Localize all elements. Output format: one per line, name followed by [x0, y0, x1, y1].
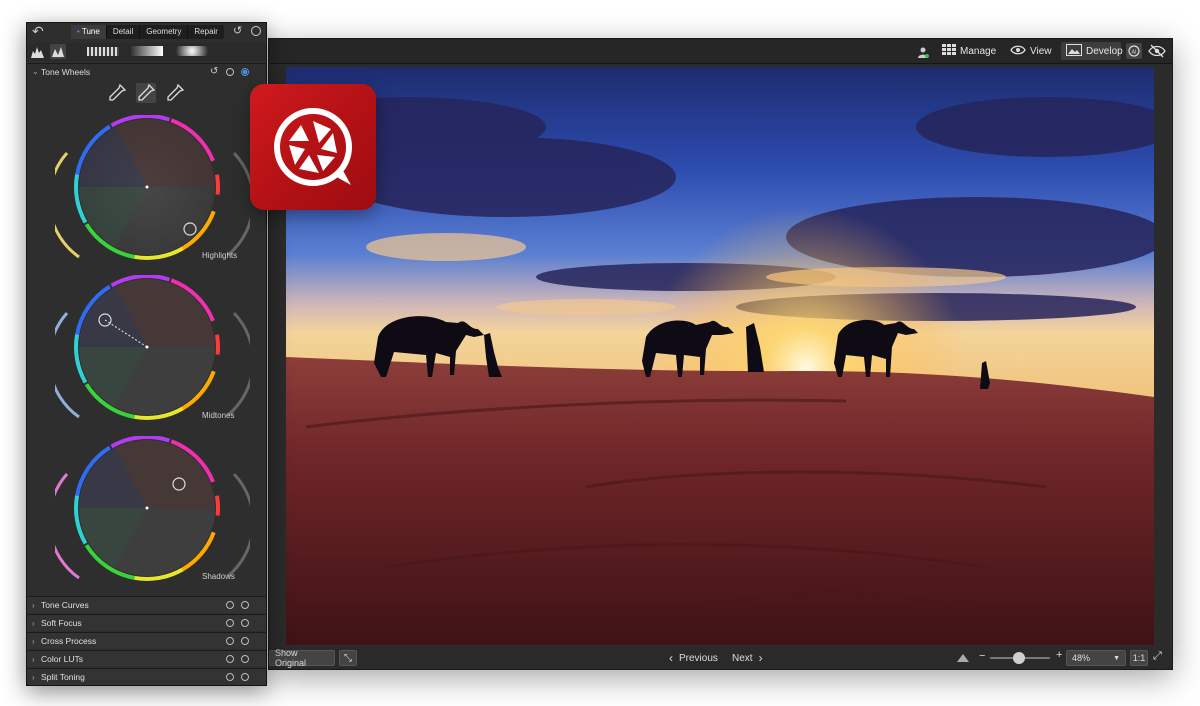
section-cross-process[interactable]: › Cross Process: [27, 632, 266, 649]
section-label: Soft Focus: [41, 618, 82, 628]
tab-geometry[interactable]: Geometry: [140, 25, 189, 39]
enable-toggle-icon[interactable]: [241, 637, 249, 645]
undo-arrow-icon[interactable]: ↶: [32, 23, 44, 40]
chevron-right-icon: ›: [32, 636, 35, 646]
histogram-icon[interactable]: [31, 45, 44, 58]
eye-icon: [1010, 45, 1026, 58]
enable-toggle-icon[interactable]: [241, 655, 249, 663]
options-icon[interactable]: [226, 637, 234, 645]
tone-wheels-header[interactable]: ⌄ Tone Wheels ↺: [27, 63, 266, 79]
eyedropper-gray-icon[interactable]: [136, 83, 156, 103]
chevron-right-icon: ›: [32, 600, 35, 610]
section-color-luts[interactable]: › Color LUTs: [27, 650, 266, 667]
options-icon[interactable]: [226, 619, 234, 627]
tune-panel: ↶ • Tune Detail Geometry Repair ↺ ⌄ Tone…: [26, 22, 267, 686]
zoom-slider[interactable]: [990, 652, 1050, 664]
app-logo: [250, 84, 376, 210]
enable-toggle-icon[interactable]: [241, 601, 249, 609]
fit-toggle-button[interactable]: ⤡: [339, 650, 357, 666]
mountain-icon: [957, 654, 969, 662]
tab-repair[interactable]: Repair: [188, 25, 224, 39]
more-options-icon[interactable]: [251, 26, 261, 36]
tab-detail[interactable]: Detail: [107, 25, 141, 39]
compare-icon[interactable]: AI: [1126, 43, 1142, 59]
develop-button[interactable]: Develop: [1061, 42, 1123, 60]
manage-label: Manage: [960, 45, 997, 57]
section-label: Tone Curves: [41, 600, 89, 610]
zoom-select[interactable]: 48% ▼: [1066, 650, 1126, 666]
develop-icon: [1066, 43, 1082, 59]
next-button[interactable]: Next ›: [732, 650, 763, 666]
options-icon[interactable]: [226, 655, 234, 663]
chevron-right-icon: ›: [758, 651, 763, 665]
tab-tune[interactable]: • Tune: [71, 25, 107, 39]
zoom-value: 48%: [1072, 653, 1091, 663]
filmstrip-icon[interactable]: [87, 47, 119, 56]
svg-text:AI: AI: [1132, 50, 1137, 56]
histogram-toolbar: [27, 43, 266, 61]
one-to-one-button[interactable]: 1:1: [1130, 650, 1148, 666]
midtones-wheel[interactable]: [55, 275, 250, 425]
section-soft-focus[interactable]: › Soft Focus: [27, 614, 266, 631]
top-toolbar: Manage View Develop AI: [269, 39, 1172, 64]
chevron-right-icon: ›: [32, 618, 35, 628]
section-enabled-icon[interactable]: [241, 68, 249, 76]
tone-wheels-title: Tone Wheels: [41, 66, 91, 77]
midtones-label: Midtones: [202, 411, 235, 420]
aperture-icon: [271, 105, 355, 189]
chevron-down-icon: ⌄: [32, 67, 39, 76]
previous-button[interactable]: ‹ Previous: [669, 650, 718, 666]
hide-eye-icon[interactable]: [1148, 43, 1166, 59]
highlights-wheel[interactable]: [55, 115, 250, 265]
reset-section-icon[interactable]: ↺: [210, 66, 218, 77]
section-options-icon[interactable]: [226, 68, 234, 76]
photo-viewer[interactable]: [286, 67, 1154, 645]
shadows-wheel[interactable]: [55, 436, 250, 586]
fullscreen-icon[interactable]: ⤢: [1153, 650, 1162, 663]
section-split-toning[interactable]: › Split Toning: [27, 668, 266, 685]
vignette-icon[interactable]: [176, 46, 208, 56]
zoom-in-icon[interactable]: +: [1056, 649, 1062, 661]
reset-icon[interactable]: ↺: [233, 24, 242, 37]
gradient-icon[interactable]: [131, 46, 163, 56]
chevron-right-icon: ›: [32, 654, 35, 664]
grid-icon: [942, 44, 956, 58]
eyedropper-white-icon[interactable]: [165, 83, 185, 103]
chevron-right-icon: ›: [32, 672, 35, 682]
desert-photo: [286, 67, 1154, 645]
main-window: Manage View Develop AI Show Original ⤡ ‹…: [268, 38, 1173, 670]
panel-tabs: • Tune Detail Geometry Repair: [71, 25, 224, 39]
section-label: Color LUTs: [41, 654, 84, 664]
section-label: Split Toning: [41, 672, 85, 682]
eyedropper-black-icon[interactable]: [107, 83, 127, 103]
levels-icon[interactable]: [50, 44, 66, 59]
view-button[interactable]: View: [1005, 42, 1057, 60]
next-label: Next: [732, 652, 753, 664]
shadows-label: Shadows: [202, 572, 235, 581]
highlights-label: Highlights: [202, 251, 238, 260]
bottom-toolbar: Show Original ⤡ ‹ Previous Next › − + 48…: [269, 647, 1172, 669]
enable-toggle-icon[interactable]: [241, 673, 249, 681]
eyedropper-row: [107, 83, 187, 105]
enable-toggle-icon[interactable]: [241, 619, 249, 627]
section-label: Cross Process: [41, 636, 97, 646]
user-icon[interactable]: [917, 45, 929, 58]
develop-label: Develop: [1086, 45, 1123, 57]
view-label: View: [1030, 45, 1052, 57]
show-original-button[interactable]: Show Original: [269, 648, 335, 668]
expand-icon: ⤡: [344, 652, 352, 664]
dropdown-caret-icon: ▼: [1113, 654, 1120, 662]
section-tone-curves[interactable]: › Tone Curves: [27, 596, 266, 613]
previous-label: Previous: [679, 652, 718, 664]
manage-button[interactable]: Manage: [937, 42, 1001, 60]
zoom-slider-thumb[interactable]: [1012, 652, 1025, 664]
options-icon[interactable]: [226, 601, 234, 609]
chevron-left-icon: ‹: [669, 651, 673, 665]
zoom-out-icon[interactable]: −: [979, 650, 985, 662]
tab-tune-label: Tune: [81, 27, 100, 36]
options-icon[interactable]: [226, 673, 234, 681]
